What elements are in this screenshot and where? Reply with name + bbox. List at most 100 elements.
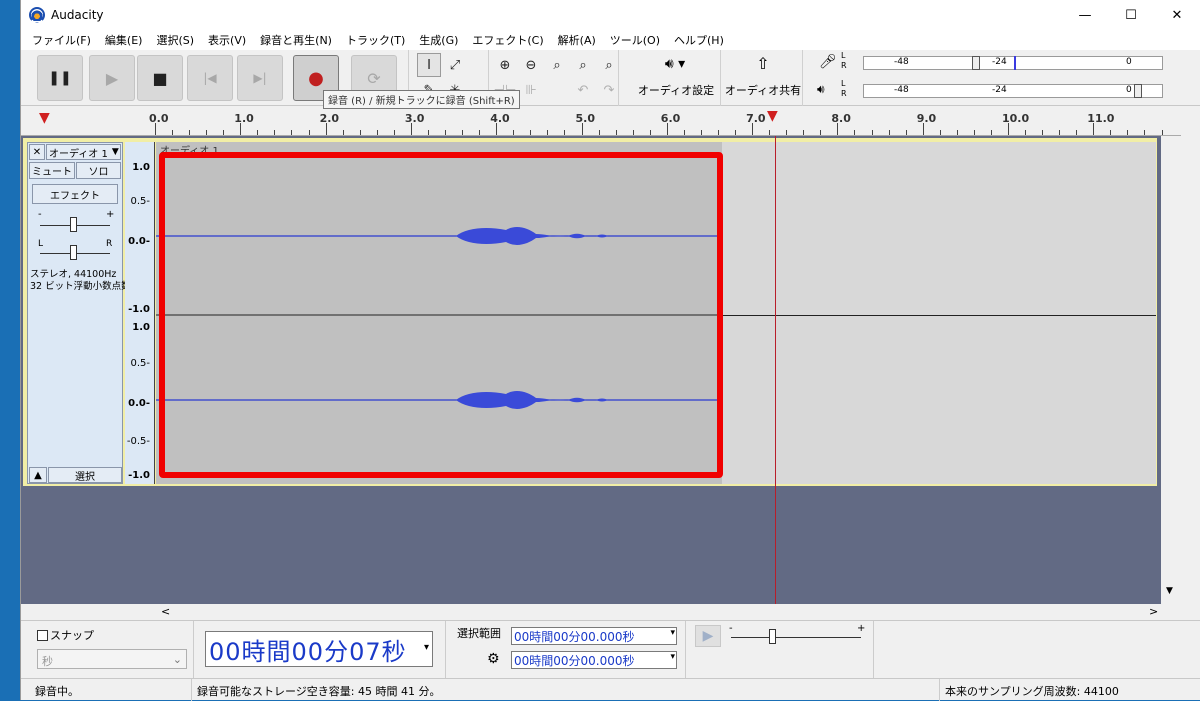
track-control-panel: ✕ オーディオ 1 ▼ ミュート ソロ エフェクト - + L R ステレオ, … <box>27 142 131 484</box>
silence-icon[interactable]: ⊪ <box>519 78 543 102</box>
playback-meter-slider[interactable] <box>1134 84 1142 98</box>
time-display[interactable]: 00時間00分07秒 ▾ <box>205 631 433 667</box>
ruler-minor-tick <box>700 130 702 135</box>
ruler-minor-tick <box>274 130 276 135</box>
timeline-ruler[interactable]: ▼ ▼ 0.0 1.0 2.0 3.0 4.0 5.0 6.0 7.0 8.0 9.0 10.0 11… <box>21 106 1181 136</box>
speed-slider-track[interactable] <box>731 637 861 638</box>
play-at-speed-button[interactable]: ▶ <box>695 625 721 647</box>
select-track-button[interactable]: 選択 <box>48 467 122 483</box>
ruler-minor-tick <box>359 130 361 135</box>
ruler-label: 10.0 <box>1002 112 1030 125</box>
mute-button[interactable]: ミュート <box>29 162 75 179</box>
redo-icon[interactable]: ↷ <box>597 78 621 102</box>
selection-tool-icon[interactable]: I <box>417 53 441 77</box>
snap-control[interactable]: スナップ <box>37 627 94 643</box>
selection-end-time[interactable]: 00時間00分00.000秒 ▾ <box>511 651 677 669</box>
zoom-out-icon[interactable]: ⊖ <box>519 53 543 77</box>
gain-plus-label: + <box>106 209 115 220</box>
pause-button[interactable]: ❚❚ <box>37 55 83 101</box>
speed-slider-thumb[interactable] <box>769 629 776 644</box>
track-info: ステレオ, 44100Hz 32 ビット浮動小数点数 <box>30 269 131 293</box>
selection-start-time[interactable]: 00時間00分00.000秒 ▾ <box>511 627 677 645</box>
envelope-tool-icon[interactable]: ⤢ <box>443 53 467 77</box>
ruler-minor-tick <box>939 130 941 135</box>
record-meter[interactable]: 🎤︎ LR -48 -24 0 <box>809 50 1179 76</box>
record-position-marker-icon: ▼ <box>767 108 778 124</box>
ruler-minor-tick <box>445 130 447 135</box>
fit-selection-icon[interactable]: ⌕ <box>545 53 569 77</box>
ruler-major-tick <box>581 123 583 135</box>
toolbar: ❚❚ ▶ ■ |◀ ▶| ● ⟳ I ⤢ ✎ ✳ ⊕ ⊖ ⌕ ⌕ ⌕ ⊣⊢ ⊪ … <box>21 50 1200 106</box>
ruler-minor-tick <box>1025 130 1027 135</box>
ruler-minor-tick <box>223 130 225 135</box>
close-window-button[interactable]: ✕ <box>1154 0 1200 30</box>
audacity-window: Audacity — ☐ ✕ ファイル(F) 編集(E) 選択(S) 表示(V)… <box>20 0 1200 701</box>
skip-to-end-button[interactable]: ▶| <box>237 55 283 101</box>
maximize-button[interactable]: ☐ <box>1108 0 1154 30</box>
undo-icon[interactable]: ↶ <box>571 78 595 102</box>
track-close-button[interactable]: ✕ <box>29 144 45 160</box>
menu-select[interactable]: 選択(S) <box>149 32 201 48</box>
fit-project-icon[interactable]: ⌕ <box>571 53 595 77</box>
menu-file[interactable]: ファイル(F) <box>25 32 98 48</box>
playback-meter[interactable]: 🔊︎ LR -48 -24 0 <box>809 78 1179 104</box>
audio-track[interactable]: ✕ オーディオ 1 ▼ ミュート ソロ エフェクト - + L R ステレオ, … <box>23 138 1157 486</box>
pan-slider-thumb[interactable] <box>70 245 77 260</box>
vertical-amplitude-scale: 1.0 0.5- 0.0- -1.0 1.0 0.5- 0.0- -0.5- -… <box>125 142 155 484</box>
playback-meter-scale[interactable]: -48 -24 0 <box>863 84 1163 98</box>
ruler-minor-tick <box>820 130 822 135</box>
snap-checkbox[interactable] <box>37 629 48 641</box>
menu-analyze[interactable]: 解析(A) <box>551 32 603 48</box>
divider <box>873 621 874 679</box>
play-head-marker-icon[interactable]: ▼ <box>39 110 50 126</box>
ruler-label: 7.0 <box>746 112 766 125</box>
menu-tracks[interactable]: トラック(T) <box>339 32 412 48</box>
ruler-major-tick <box>922 123 924 135</box>
record-peak-marker <box>1014 56 1016 70</box>
menu-tools[interactable]: ツール(O) <box>603 32 667 48</box>
ruler-major-tick <box>240 123 242 135</box>
menu-transport[interactable]: 録音と再生(N) <box>253 32 339 48</box>
track-area[interactable]: ✕ オーディオ 1 ▼ ミュート ソロ エフェクト - + L R ステレオ, … <box>21 136 1161 604</box>
gain-slider-thumb[interactable] <box>70 217 77 232</box>
title-bar: Audacity — ☐ ✕ <box>21 0 1200 30</box>
audio-setup-button[interactable]: オーディオ設定 <box>631 82 721 98</box>
minimize-button[interactable]: — <box>1062 0 1108 30</box>
menu-help[interactable]: ヘルプ(H) <box>667 32 731 48</box>
status-bar: 録音中。 録音可能なストレージ空き容量: 45 時間 41 分。 本来のサンプリ… <box>21 678 1200 701</box>
speaker-dropdown-icon[interactable]: 🔊︎ ▾ <box>639 56 711 72</box>
ruler-minor-tick <box>1059 130 1061 135</box>
scroll-left-icon[interactable]: < <box>161 605 170 618</box>
stop-button[interactable]: ■ <box>137 55 183 101</box>
scale-label: -1.0 <box>128 470 150 481</box>
selection-settings-gear-icon[interactable]: ⚙ <box>487 651 500 667</box>
record-meter-slider[interactable] <box>972 56 980 70</box>
scroll-down-icon[interactable]: ▼ <box>1166 586 1173 596</box>
ruler-major-tick <box>752 123 754 135</box>
menu-effect[interactable]: エフェクト(C) <box>465 32 550 48</box>
menu-generate[interactable]: 生成(G) <box>412 32 465 48</box>
highlight-annotation-box <box>159 152 723 478</box>
share-audio-button[interactable]: オーディオ共有 <box>723 82 803 98</box>
play-button[interactable]: ▶ <box>89 55 135 101</box>
record-meter-scale[interactable]: -48 -24 0 <box>863 56 1163 70</box>
menu-edit[interactable]: 編集(E) <box>98 32 150 48</box>
selection-label: 選択範囲 <box>457 627 501 640</box>
vertical-scrollbar[interactable]: ▼ <box>1161 136 1181 604</box>
snap-unit-select[interactable]: 秒 ⌄ <box>37 649 187 669</box>
track-name-menu[interactable]: オーディオ 1 ▼ <box>46 144 121 160</box>
ruler-minor-tick <box>1161 130 1163 135</box>
solo-button[interactable]: ソロ <box>76 162 121 179</box>
zoom-in-icon[interactable]: ⊕ <box>493 53 517 77</box>
speed-plus-label: + <box>857 623 866 634</box>
time-format-arrow-icon[interactable]: ▾ <box>424 642 430 653</box>
horizontal-scrollbar[interactable]: < > <box>21 604 1181 620</box>
share-upload-icon[interactable]: ⇧ <box>723 54 803 73</box>
zoom-toggle-icon[interactable]: ⌕ <box>597 53 621 77</box>
skip-to-start-button[interactable]: |◀ <box>187 55 233 101</box>
scroll-right-icon[interactable]: > <box>1149 605 1158 618</box>
ruler-minor-tick <box>462 130 464 135</box>
collapse-track-button[interactable]: ▲ <box>29 467 47 483</box>
menu-view[interactable]: 表示(V) <box>201 32 253 48</box>
effects-button[interactable]: エフェクト <box>32 184 118 204</box>
